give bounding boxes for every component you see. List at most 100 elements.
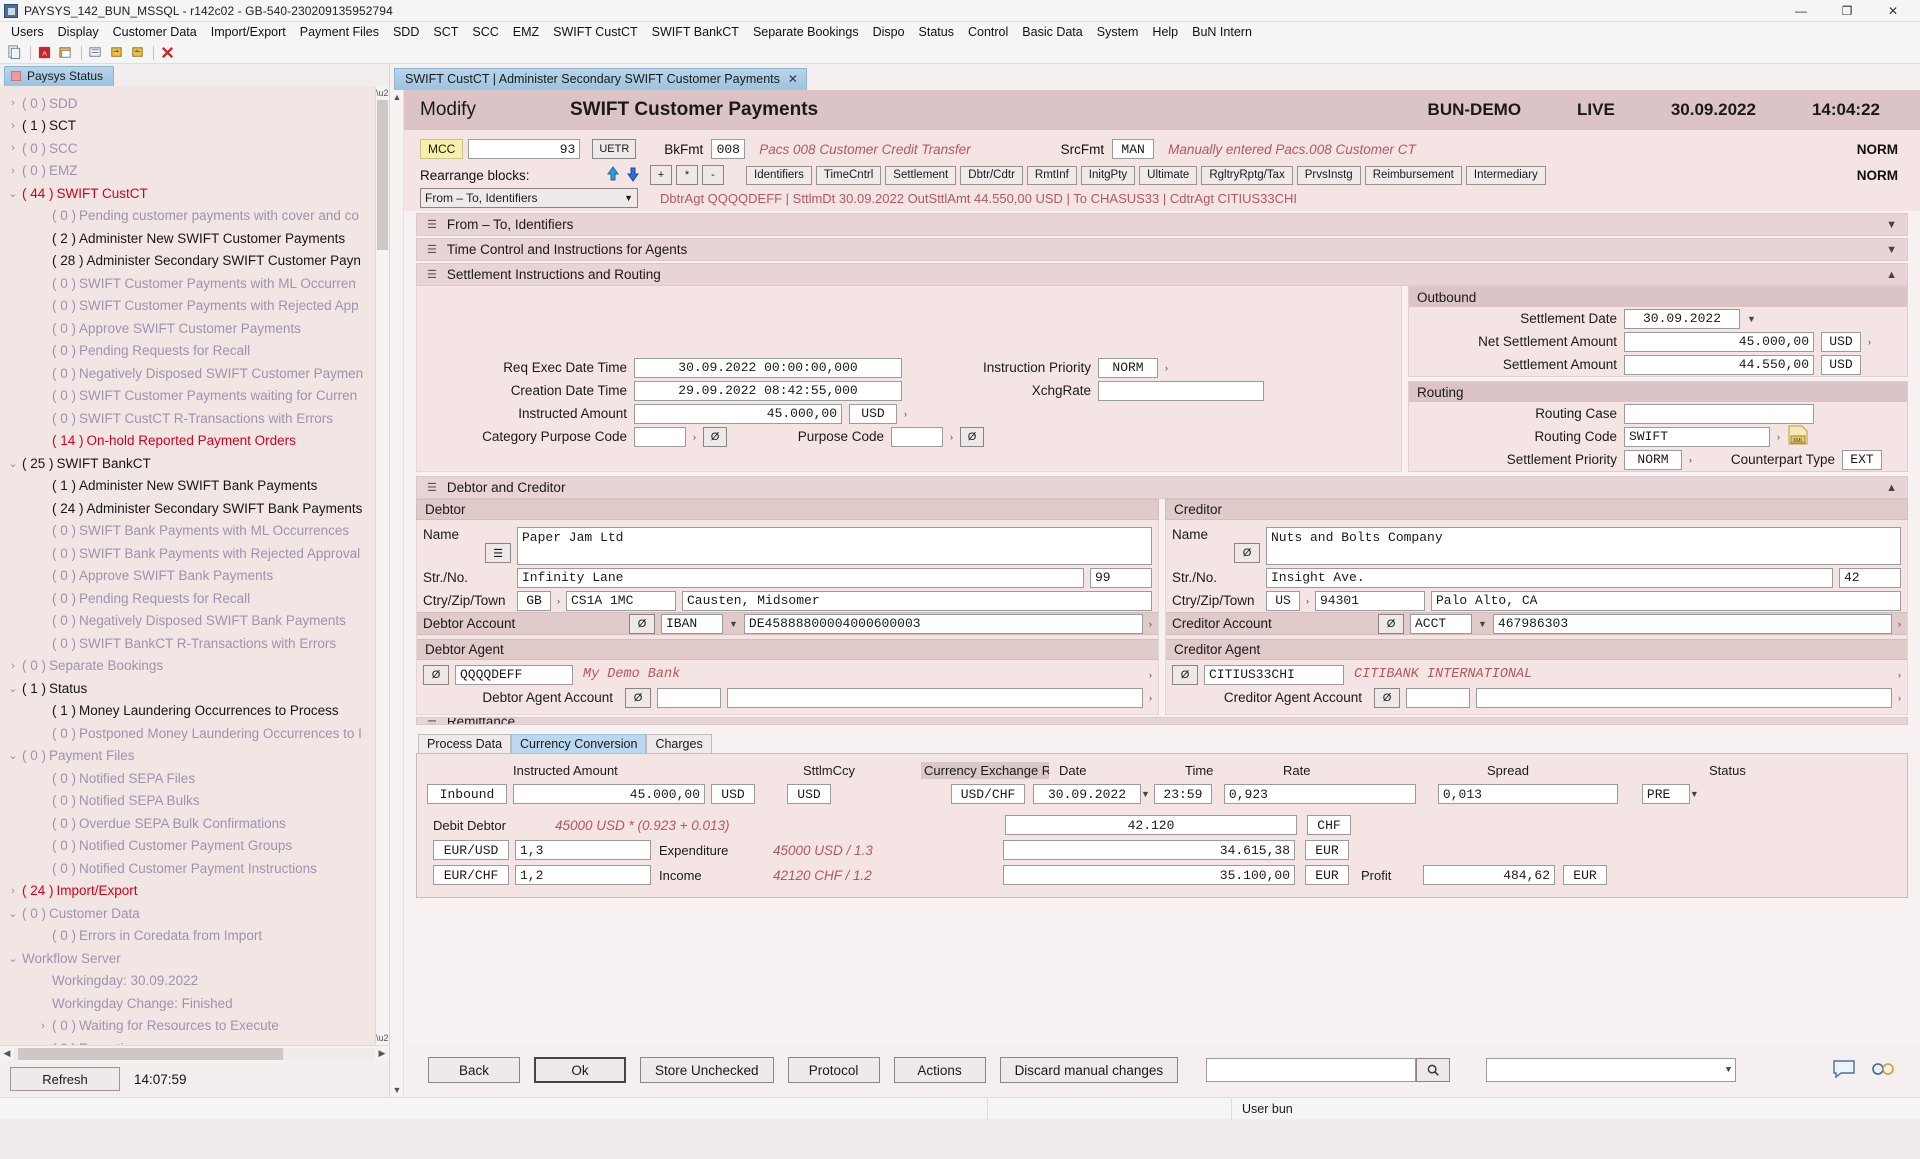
menu-item-basic-data[interactable]: Basic Data — [1015, 25, 1089, 39]
xchgrate-value[interactable] — [1098, 380, 1264, 401]
tree-item[interactable]: ( 0 ) Approve SWIFT Customer Payments — [4, 317, 389, 340]
tree-item[interactable]: ( 14 ) On-hold Reported Payment Orders — [4, 430, 389, 453]
chevron-right-icon[interactable]: › — [1149, 619, 1152, 629]
import-icon[interactable] — [107, 44, 125, 62]
chevron-right-icon[interactable]: › — [4, 885, 22, 897]
scroll-right-icon[interactable]: ▶ — [375, 1048, 389, 1059]
debtor-account-value[interactable]: DE45888800004000600003 — [743, 613, 1143, 634]
chevron-down-icon[interactable]: ⌄ — [4, 907, 22, 920]
tree-item[interactable]: ›( 1 ) SCT — [4, 115, 389, 138]
tree-item[interactable]: ( 0 ) Overdue SEPA Bulk Confirmations — [4, 812, 389, 835]
menu-item-system[interactable]: System — [1090, 25, 1146, 39]
menu-item-sct[interactable]: SCT — [426, 25, 465, 39]
debtor-agent-account-value[interactable] — [727, 687, 1143, 708]
drag-handle-icon[interactable]: ☰ — [427, 718, 437, 724]
eurusd-value[interactable]: 1,3 — [515, 840, 651, 860]
tree-item[interactable]: ›( 0 ) Waiting for Resources to Execute — [4, 1015, 389, 1038]
chevron-right-icon[interactable]: › — [1898, 693, 1901, 703]
section-from-to[interactable]: ☰ From – To, Identifiers ▼ — [416, 213, 1908, 236]
tree-item[interactable]: ( 0 ) Pending Requests for Recall — [4, 340, 389, 363]
tree-item[interactable]: ⌄( 44 ) SWIFT CustCT — [4, 182, 389, 205]
debtor-town-value[interactable]: Causten, Midsomer — [682, 590, 1152, 611]
chevron-right-icon[interactable]: › — [1149, 693, 1152, 703]
chevron-right-icon[interactable]: › — [4, 97, 22, 109]
chevron-down-icon[interactable]: ▼ — [1690, 789, 1699, 799]
sidebar-vertical-scrollbar[interactable]: \u25B2 \u25BC — [375, 86, 389, 1045]
block-button-timecntrl[interactable]: TimeCntrl — [815, 165, 882, 185]
debtor-street-value[interactable]: Infinity Lane — [517, 567, 1084, 588]
creditor-account-value[interactable]: 467986303 — [1492, 613, 1892, 634]
tree-item[interactable]: ⌄( 1 ) Status — [4, 677, 389, 700]
section-time-control[interactable]: ☰ Time Control and Instructions for Agen… — [416, 238, 1908, 261]
chevron-right-icon[interactable]: › — [1165, 363, 1168, 373]
menu-item-payment-files[interactable]: Payment Files — [293, 25, 386, 39]
tree-item[interactable]: ( 0 ) Notified Customer Payment Groups — [4, 835, 389, 858]
debtor-account-clear-icon[interactable]: Ø — [629, 613, 655, 634]
menu-item-bun-intern[interactable]: BuN Intern — [1185, 25, 1259, 39]
chevron-right-icon[interactable]: › — [693, 432, 696, 442]
routing-case-value[interactable] — [1624, 403, 1814, 424]
tree-item[interactable]: ( 0 ) SWIFT Customer Payments with ML Occ… — [4, 272, 389, 295]
menu-item-emz[interactable]: EMZ — [506, 25, 546, 39]
menu-item-help[interactable]: Help — [1145, 25, 1185, 39]
tree-item[interactable]: ( 28 ) Administer Secondary SWIFT Custome… — [4, 250, 389, 273]
tree-item[interactable]: ( 0 ) SWIFT Customer Payments with Reject… — [4, 295, 389, 318]
menu-item-dispo[interactable]: Dispo — [866, 25, 912, 39]
conv-time-value[interactable]: 23:59 — [1153, 784, 1212, 804]
tree-item[interactable]: ⌄( 0 ) Customer Data — [4, 902, 389, 925]
bottom-tab-currency-conversion[interactable]: Currency Conversion — [511, 734, 647, 753]
chevron-right-icon[interactable]: › — [950, 432, 953, 442]
settlement-date-value[interactable]: 30.09.2022 — [1624, 308, 1740, 329]
chevron-down-icon[interactable]: ⌄ — [4, 749, 22, 762]
menu-item-swift-custct[interactable]: SWIFT CustCT — [546, 25, 645, 39]
debtor-name-more-icon[interactable]: ☰ — [485, 543, 511, 563]
debtor-agent-clear-icon[interactable]: Ø — [423, 664, 449, 685]
print-icon[interactable] — [56, 44, 74, 62]
block-button-identifiers[interactable]: Identifiers — [746, 165, 812, 185]
block-button-dbtr-cdtr[interactable]: Dbtr/Cdtr — [960, 165, 1023, 185]
menu-item-control[interactable]: Control — [961, 25, 1015, 39]
chevron-right-icon[interactable]: › — [1868, 337, 1871, 347]
move-up-icon[interactable] — [606, 165, 620, 185]
tree-item[interactable]: ( 1 ) Money Laundering Occurrences to Pro… — [4, 700, 389, 723]
chevron-down-icon[interactable]: ⌄ — [4, 457, 22, 470]
chevron-right-icon[interactable]: › — [4, 120, 22, 132]
chevron-down-icon[interactable]: ▼ — [1726, 1065, 1731, 1075]
debtor-agent-bic[interactable]: QQQQDEFF — [455, 664, 573, 685]
chevron-down-icon[interactable]: ▼ — [1478, 619, 1487, 629]
close-icon[interactable]: ✕ — [788, 72, 798, 86]
footer-button-store-unchecked[interactable]: Store Unchecked — [640, 1057, 774, 1083]
chevron-right-icon[interactable]: › — [4, 660, 22, 672]
refresh-button[interactable]: Refresh — [10, 1067, 120, 1091]
creditor-agent-account-value[interactable] — [1476, 687, 1892, 708]
block-button-initgpty[interactable]: InitgPty — [1080, 165, 1136, 185]
maximize-button[interactable]: ❐ — [1824, 0, 1870, 22]
conv-status-value[interactable]: PRE — [1641, 784, 1690, 804]
creditor-street-value[interactable]: Insight Ave. — [1266, 567, 1833, 588]
tree-item[interactable]: ⌄( 0 ) Payment Files — [4, 745, 389, 768]
block-button-reimbursement[interactable]: Reimbursement — [1364, 165, 1462, 185]
scrollbar-track[interactable] — [14, 1047, 375, 1060]
tree-item[interactable]: ›( 0 ) SCC — [4, 137, 389, 160]
eurchf-value[interactable]: 1,2 — [515, 865, 651, 885]
menu-item-swift-bankct[interactable]: SWIFT BankCT — [645, 25, 746, 39]
chevron-down-icon[interactable]: ▼ — [1747, 314, 1756, 324]
footer-button-ok[interactable]: Ok — [534, 1057, 626, 1083]
block-button-prvsinstg[interactable]: PrvsInstg — [1296, 165, 1361, 185]
menu-item-users[interactable]: Users — [4, 25, 51, 39]
close-button[interactable]: ✕ — [1870, 0, 1916, 22]
tree-item[interactable]: ›( 24 ) Import/Export — [4, 880, 389, 903]
debtor-account-type[interactable]: IBAN — [661, 613, 723, 634]
creditor-account-type[interactable]: ACCT — [1410, 613, 1472, 634]
creditor-agent-account-type[interactable] — [1406, 687, 1470, 708]
chevron-right-icon[interactable]: › — [1898, 670, 1901, 680]
chevron-down-icon[interactable]: ▼ — [1886, 219, 1897, 231]
settlement-amount-value[interactable]: 44.550,00 — [1624, 354, 1814, 375]
conv-instructed-amount[interactable]: 45.000,00 — [513, 784, 705, 804]
footer-button-back[interactable]: Back — [428, 1057, 520, 1083]
chevron-right-icon[interactable]: › — [4, 142, 22, 154]
instruction-priority-value[interactable]: NORM — [1098, 357, 1158, 378]
section-remittance[interactable]: ☰ Remittance — [416, 717, 1908, 725]
tree-item[interactable]: ( 0 ) Negatively Disposed SWIFT Bank Paym… — [4, 610, 389, 633]
scroll-down-icon[interactable]: ▼ — [390, 1083, 404, 1097]
